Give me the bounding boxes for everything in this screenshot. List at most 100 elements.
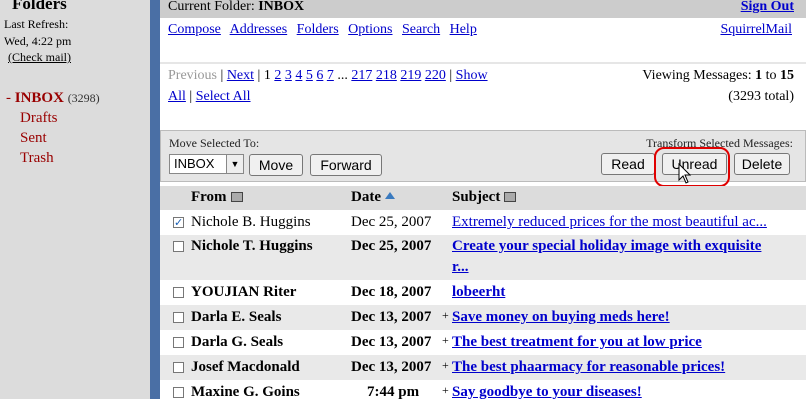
- total-count: (3293 total): [728, 89, 794, 104]
- folder-inbox-count: (3298): [67, 91, 100, 105]
- sort-icon[interactable]: [504, 192, 517, 202]
- sign-out-link[interactable]: Sign Out: [741, 0, 794, 15]
- table-row[interactable]: Maxine G. Goins 7:44 pm + Say goodbye to…: [160, 380, 806, 405]
- current-folder-bar: Current Folder: INBOX Sign Out: [160, 0, 806, 18]
- row-subject[interactable]: The best treatment for you at low price: [452, 334, 792, 351]
- folder-item-trash[interactable]: Trash: [6, 148, 100, 168]
- row-from: Nichole B. Huggins: [191, 214, 311, 230]
- chevron-down-icon[interactable]: ▼: [226, 155, 243, 173]
- row-checkbox[interactable]: [173, 387, 184, 398]
- header-from-label: From: [191, 189, 227, 205]
- header-subject[interactable]: Subject: [452, 189, 517, 206]
- sort-ascending-icon[interactable]: [385, 192, 395, 199]
- row-from: Josef Macdonald: [191, 359, 300, 375]
- previous-link: Previous: [168, 68, 217, 83]
- row-checkbox[interactable]: [173, 337, 184, 348]
- check-mail-link[interactable]: (Check mail): [8, 50, 71, 65]
- row-date: Dec 13, 2007: [351, 334, 432, 350]
- current-folder: Current Folder: INBOX: [168, 0, 304, 15]
- page-link[interactable]: 5: [306, 68, 313, 83]
- row-checkbox[interactable]: ✓: [173, 217, 184, 229]
- folder-item-inbox[interactable]: - INBOX (3298): [6, 88, 100, 108]
- move-folder-value: INBOX: [174, 156, 215, 171]
- squirrelmail-link[interactable]: SquirrelMail: [720, 22, 792, 38]
- page-link[interactable]: 2: [274, 68, 281, 83]
- frame-divider[interactable]: [150, 0, 160, 399]
- folder-item-sent[interactable]: Sent: [6, 128, 100, 148]
- current-folder-name: INBOX: [258, 0, 305, 14]
- move-folder-select[interactable]: INBOX ▼: [169, 154, 244, 174]
- row-plus: +: [442, 308, 449, 322]
- row-checkbox[interactable]: [173, 362, 184, 373]
- page-link[interactable]: 220: [425, 68, 446, 83]
- page-link[interactable]: 7: [327, 68, 334, 83]
- page-link[interactable]: 217: [351, 68, 372, 83]
- page-link[interactable]: 218: [376, 68, 397, 83]
- read-button[interactable]: Read: [601, 153, 655, 175]
- row-subject[interactable]: Say goodbye to your diseases!: [452, 384, 792, 401]
- table-row[interactable]: Nichole T. Huggins Dec 25, 2007 Create y…: [160, 235, 806, 280]
- row-subject[interactable]: Create your special holiday image with e…: [452, 238, 792, 255]
- row-date: Dec 25, 2007: [351, 238, 432, 254]
- row-subject[interactable]: Extremely reduced prices for the most be…: [452, 214, 792, 231]
- header-from[interactable]: From: [191, 189, 243, 206]
- main-nav: Compose Addresses Folders Options Search…: [168, 22, 798, 38]
- row-from: Darla E. Seals: [191, 309, 282, 325]
- show-all-link[interactable]: All: [168, 89, 186, 104]
- row-subject[interactable]: Save money on buying meds here!: [452, 309, 792, 326]
- row-subject[interactable]: The best phaarmacy for reasonable prices…: [452, 359, 792, 376]
- row-checkbox[interactable]: [173, 312, 184, 323]
- forward-button[interactable]: Forward: [310, 154, 382, 176]
- table-row[interactable]: Josef Macdonald Dec 13, 2007 + The best …: [160, 355, 806, 380]
- folder-list: - INBOX (3298) Drafts Sent Trash: [6, 88, 100, 168]
- current-folder-marker: -: [6, 90, 15, 106]
- delete-button[interactable]: Delete: [734, 153, 790, 175]
- move-button[interactable]: Move: [249, 154, 303, 176]
- folder-item-drafts[interactable]: Drafts: [6, 108, 100, 128]
- page-link[interactable]: 219: [400, 68, 421, 83]
- row-date: Dec 13, 2007: [351, 359, 432, 375]
- row-subject[interactable]: lobeerht: [452, 284, 792, 301]
- folder-pane: Folders Last Refresh: Wed, 4:22 pm (Chec…: [0, 0, 150, 399]
- folders-title: Folders: [12, 0, 67, 13]
- show-link[interactable]: Show: [456, 68, 488, 83]
- nav-help[interactable]: Help: [450, 22, 477, 37]
- table-row[interactable]: Darla E. Seals Dec 13, 2007 + Save money…: [160, 305, 806, 330]
- page-link[interactable]: 6: [316, 68, 323, 83]
- sort-icon[interactable]: [230, 192, 243, 202]
- row-from: Nichole T. Huggins: [191, 238, 313, 254]
- row-date: 7:44 pm: [367, 384, 420, 400]
- row-subject-continued[interactable]: r...: [452, 259, 792, 276]
- row-from: Darla G. Seals: [191, 334, 284, 350]
- next-link[interactable]: Next: [227, 68, 254, 83]
- nav-addresses[interactable]: Addresses: [230, 22, 288, 37]
- selection-links: All | Select All: [168, 89, 251, 104]
- table-row[interactable]: ✓ Nichole B. Huggins Dec 25, 2007 Extrem…: [160, 211, 806, 235]
- header-date[interactable]: Date: [351, 189, 395, 206]
- table-row[interactable]: Darla G. Seals Dec 13, 2007 + The best t…: [160, 330, 806, 355]
- row-checkbox[interactable]: [173, 241, 184, 252]
- last-refresh: Last Refresh: Wed, 4:22 pm: [4, 16, 71, 50]
- select-all-link[interactable]: Select All: [196, 89, 251, 104]
- move-label: Move Selected To:: [169, 136, 260, 150]
- page-link[interactable]: 4: [295, 68, 302, 83]
- viewing-from: 1: [755, 68, 763, 83]
- last-refresh-label: Last Refresh:: [4, 17, 69, 31]
- row-checkbox[interactable]: [173, 287, 184, 298]
- header-date-label: Date: [351, 189, 381, 205]
- folder-inbox-label: INBOX: [14, 90, 64, 106]
- last-refresh-time: Wed, 4:22 pm: [4, 34, 72, 48]
- nav-search[interactable]: Search: [402, 22, 440, 37]
- nav-options[interactable]: Options: [348, 22, 392, 37]
- viewing-messages: Viewing Messages: 1 to 15: [642, 68, 794, 84]
- nav-compose[interactable]: Compose: [168, 22, 221, 37]
- row-plus: +: [442, 358, 449, 372]
- page-current: 1: [263, 68, 271, 83]
- message-table: From Date Subject ✓ Nichole B. Huggins D…: [160, 186, 806, 400]
- nav-folders[interactable]: Folders: [297, 22, 339, 37]
- table-row[interactable]: YOUJIAN Riter Dec 18, 2007 lobeerht: [160, 280, 806, 305]
- viewing-label: Viewing Messages:: [642, 68, 752, 83]
- page-link[interactable]: 3: [285, 68, 292, 83]
- viewing-to: 15: [780, 68, 794, 83]
- row-plus: +: [442, 383, 449, 397]
